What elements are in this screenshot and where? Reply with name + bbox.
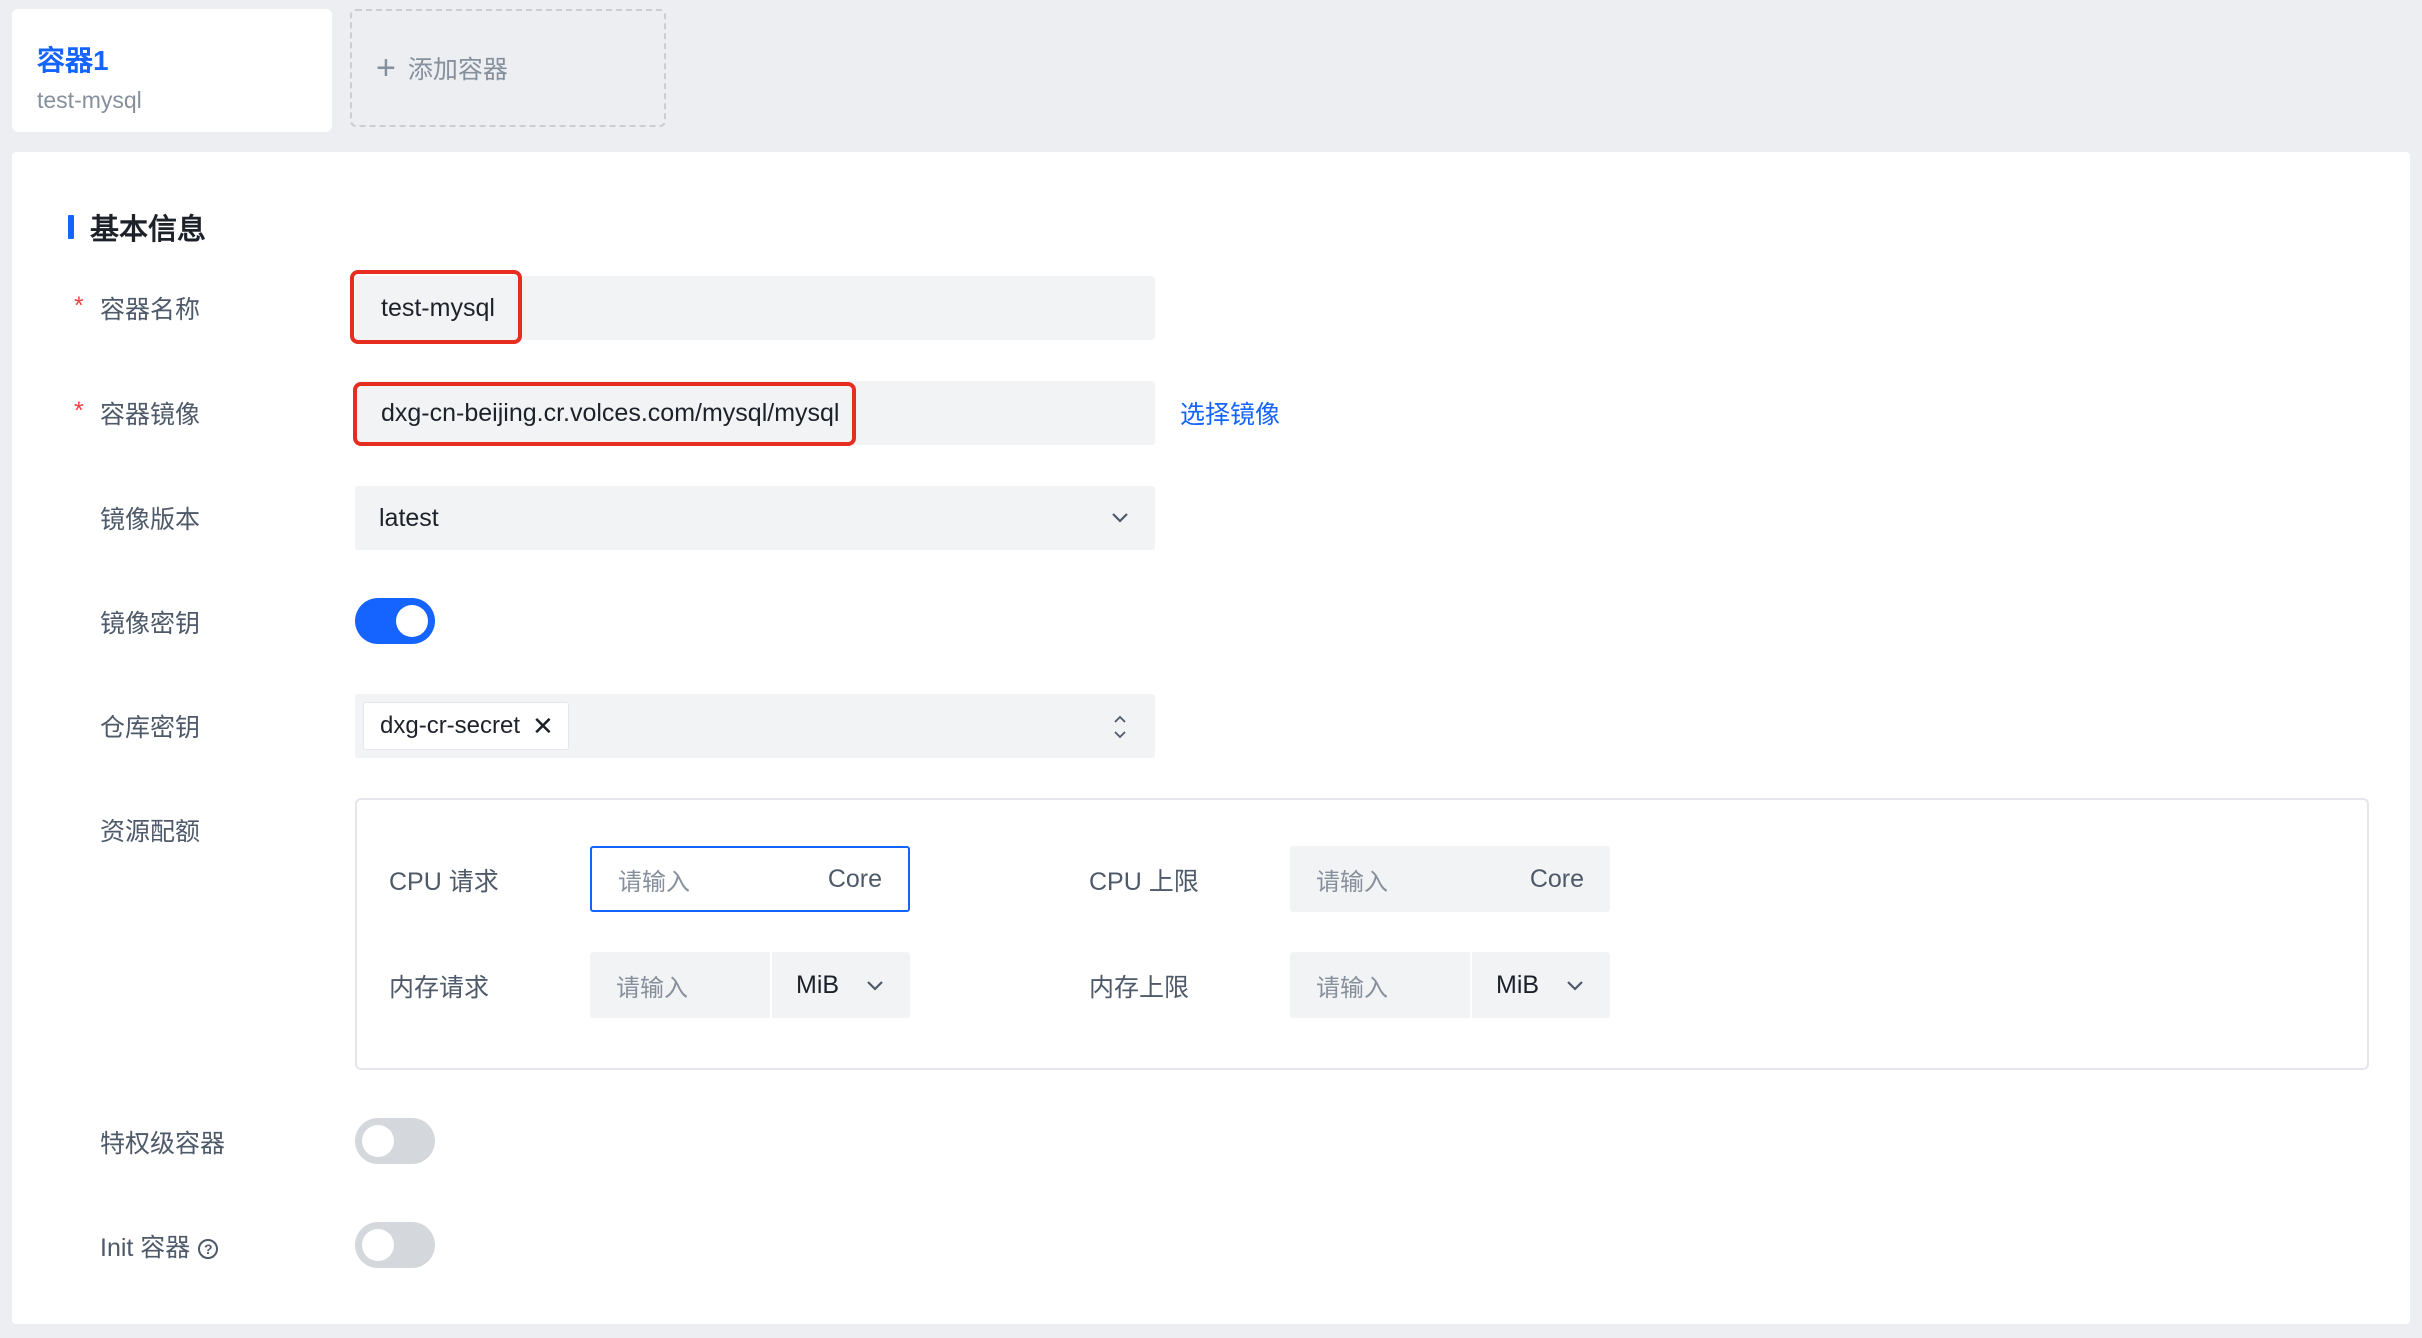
chevron-down-icon [867, 981, 883, 991]
repo-secret-label: 仓库密钥 [100, 714, 201, 742]
add-container-button[interactable]: + 添加容器 [350, 9, 666, 127]
mem-limit-label: 内存上限 [1089, 974, 1190, 1002]
required-mark: * [74, 397, 84, 425]
privileged-label: 特权级容器 [100, 1130, 226, 1158]
mem-request-unit: MiB [796, 970, 840, 999]
container-name-label: 容器名称 [100, 296, 201, 324]
init-container-switch[interactable] [355, 1222, 435, 1268]
init-container-label: Init 容器? [100, 1228, 219, 1264]
tab-title: 容器1 [37, 45, 109, 76]
section-title-text: 基本信息 [90, 214, 207, 246]
tab-subtitle: test-mysql [37, 87, 142, 113]
mem-request-input[interactable]: 请输入 MiB [590, 952, 910, 1018]
select-image-link[interactable]: 选择镜像 [1180, 395, 1280, 431]
switch-knob [396, 605, 428, 637]
privileged-switch[interactable] [355, 1118, 435, 1164]
container-image-label: 容器镜像 [100, 401, 201, 429]
cpu-request-placeholder: 请输入 [618, 868, 690, 896]
cpu-request-suffix: Core [827, 864, 882, 893]
repo-secret-select[interactable]: dxg-cr-secret ✕ [355, 694, 1155, 758]
chevron-down-icon [1112, 513, 1128, 523]
cpu-limit-suffix: Core [1529, 864, 1584, 893]
mem-limit-input[interactable]: 请输入 MiB [1290, 952, 1610, 1018]
add-container-label: 添加容器 [407, 56, 508, 84]
mem-request-unit-select[interactable]: MiB [770, 952, 910, 1018]
help-icon[interactable]: ? [198, 1239, 219, 1260]
cpu-limit-placeholder: 请输入 [1316, 868, 1388, 896]
cpu-limit-label: CPU 上限 [1089, 868, 1199, 896]
image-version-label: 镜像版本 [100, 506, 201, 534]
mem-request-label: 内存请求 [389, 974, 490, 1002]
close-icon[interactable]: ✕ [532, 713, 554, 739]
chevron-down-icon [1567, 981, 1583, 991]
init-container-label-text: Init 容器 [100, 1234, 191, 1262]
section-accent-bar [68, 215, 74, 239]
section-title: 基本信息 [68, 206, 206, 248]
required-mark: * [74, 292, 84, 320]
tab-container-1[interactable]: 容器1 test-mysql [12, 9, 332, 132]
switch-knob [362, 1229, 394, 1261]
switch-knob [362, 1125, 394, 1157]
cpu-limit-input[interactable]: 请输入 Core [1290, 846, 1610, 912]
mem-limit-unit-select[interactable]: MiB [1470, 952, 1610, 1018]
plus-icon: + [376, 49, 396, 87]
container-tabs: 容器1 test-mysql + 添加容器 [0, 0, 2422, 150]
updown-icon [1114, 715, 1126, 739]
cpu-request-label: CPU 请求 [389, 868, 499, 896]
cpu-request-input[interactable]: 请输入 Core [590, 846, 910, 912]
basic-info-panel: 基本信息 * 容器名称 test-mysql * 容器镜像 dxg-cn-bei… [12, 152, 2410, 1324]
secret-tag: dxg-cr-secret ✕ [363, 702, 569, 750]
secret-tag-label: dxg-cr-secret [380, 712, 521, 739]
mem-limit-placeholder: 请输入 [1316, 974, 1388, 1002]
image-version-value: latest [379, 503, 439, 532]
resource-quota-box: CPU 请求 请输入 Core CPU 上限 请输入 Core 内存请求 请输入… [355, 798, 2369, 1070]
mem-limit-unit: MiB [1496, 970, 1540, 999]
highlight-box-image [353, 382, 856, 446]
image-version-select[interactable]: latest [355, 486, 1155, 550]
resource-quota-label: 资源配额 [100, 818, 201, 846]
mem-request-placeholder: 请输入 [616, 974, 688, 1002]
image-secret-switch[interactable] [355, 598, 435, 644]
image-secret-label: 镜像密钥 [100, 610, 201, 638]
highlight-box-name [350, 270, 522, 344]
